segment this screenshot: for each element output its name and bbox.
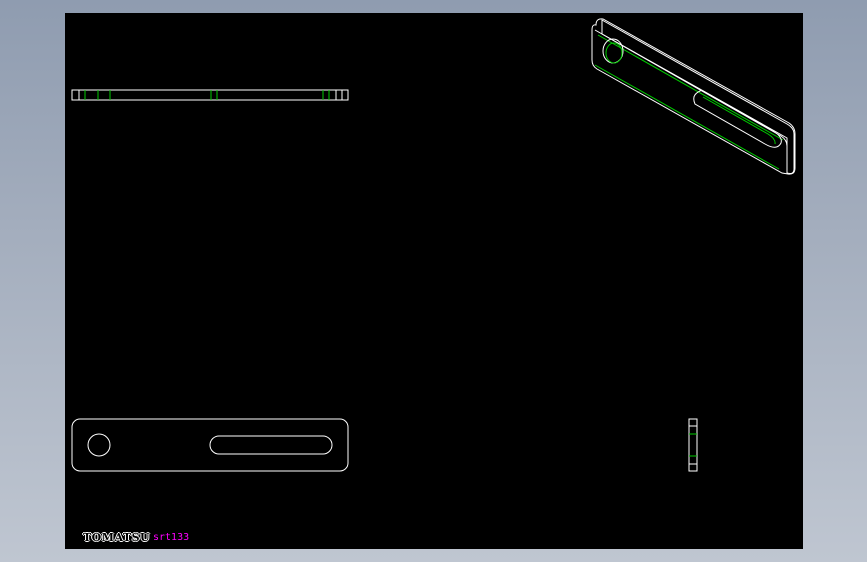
front-view [71,418,349,472]
cad-drawing [71,18,796,472]
company-logo-text: TOMATSU [83,531,151,544]
top-view [71,89,349,101]
iso-face-edge [594,34,784,170]
iso-slot-inner [702,96,776,145]
drawing-sheet: TOMATSU srt133 [65,13,803,549]
iso-front-face [594,29,788,174]
front-view-round-hole [87,433,111,457]
side-view [688,418,698,472]
part-code-label: srt133 [153,532,190,543]
top-view-outline [71,89,349,101]
isometric-view [591,18,796,175]
iso-top-face [601,19,795,174]
iso-outer-outline [591,18,796,175]
iso-round-hole-inner [605,42,623,64]
side-view-outline [688,418,698,472]
front-view-slot [209,435,333,455]
